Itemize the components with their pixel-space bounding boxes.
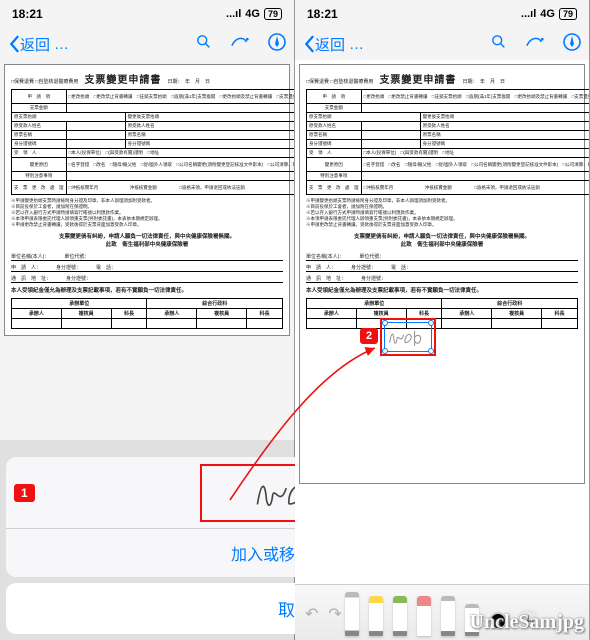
callout-badge-1: 1 <box>14 484 35 502</box>
document-page: □保費退費 □自墊核退醫療費用 支票變更申請書 日期： 年 月 日 申 請 項□… <box>299 64 585 484</box>
network-label: 4G <box>540 8 555 20</box>
resize-handle[interactable] <box>382 348 388 354</box>
nav-bar: 返回 … <box>295 28 589 60</box>
callout-badge-2: 2 <box>360 328 378 344</box>
pen-tool[interactable] <box>345 592 359 636</box>
signal-icon: ...ıl <box>521 8 536 20</box>
color-picker[interactable] <box>489 612 507 630</box>
back-button[interactable]: 返回 … <box>303 34 364 55</box>
eraser-tool[interactable] <box>417 596 431 636</box>
phone-right: 18:21 ...ıl 4G 79 返回 … □保費退費 □自墊核退醫療費用 支… <box>295 0 590 640</box>
pencil-tool[interactable] <box>393 596 407 636</box>
markup-toolbar: ↶ ↷ ＋ <box>295 584 589 640</box>
search-icon[interactable] <box>196 34 212 55</box>
nav-bar: 返回 … <box>0 28 294 60</box>
redo-icon[interactable]: ↷ <box>328 604 341 624</box>
approval-table: 承辦單位綜合行政科 承辦人複核員科長承辦人複核員科長 <box>306 298 578 329</box>
form-table: 申 請 項□更改抬頭 □更改禁止背書轉讓 □註銷支票抬頭 □逾期(滿1年)支票換… <box>11 89 294 195</box>
phone-left: 18:21 ...ıl 4G 79 返回 … □保費退費 □自墊核退醫療費用 支… <box>0 0 295 640</box>
resize-handle[interactable] <box>428 348 434 354</box>
pen-tip-icon[interactable] <box>563 33 581 56</box>
doc-title: 支票變更申請書 <box>379 71 456 86</box>
resize-handle[interactable] <box>428 320 434 326</box>
lasso-tool[interactable] <box>441 596 455 636</box>
approval-table: 承辦單位綜合行政科 承辦人複核員科長承辦人複核員科長 <box>11 298 283 329</box>
add-button[interactable]: ＋ <box>517 609 539 631</box>
pen-tip-icon[interactable] <box>268 33 286 56</box>
resize-handle[interactable] <box>382 320 388 326</box>
highlighter-tool[interactable] <box>369 596 383 636</box>
network-label: 4G <box>245 8 260 20</box>
status-time: 18:21 <box>307 7 338 21</box>
status-time: 18:21 <box>12 7 43 21</box>
battery-level: 79 <box>264 8 282 20</box>
status-bar: 18:21 ...ıl 4G 79 <box>0 0 294 28</box>
placed-signature[interactable]: 2 <box>380 318 436 356</box>
back-button[interactable]: 返回 … <box>8 34 69 55</box>
doc-title: 支票變更申請書 <box>84 71 161 86</box>
document-viewer[interactable]: □保費退費 □自墊核退醫療費用 支票變更申請書 日期： 年 月 日 申 請 項□… <box>295 60 589 584</box>
search-icon[interactable] <box>491 34 507 55</box>
form-table: 申 請 項□更改抬頭 □更改禁止背書轉讓 □註銷支票抬頭 □逾期(滿1年)支票換… <box>306 89 589 195</box>
undo-icon[interactable]: ↶ <box>305 604 318 624</box>
markup-icon[interactable] <box>525 35 545 54</box>
signal-icon: ...ıl <box>226 8 241 20</box>
document-page: □保費退費 □自墊核退醫療費用 支票變更申請書 日期： 年 月 日 申 請 項□… <box>4 64 290 336</box>
markup-icon[interactable] <box>230 35 250 54</box>
ruler-tool[interactable] <box>465 604 479 636</box>
status-bar: 18:21 ...ıl 4G 79 <box>295 0 589 28</box>
battery-level: 79 <box>559 8 577 20</box>
